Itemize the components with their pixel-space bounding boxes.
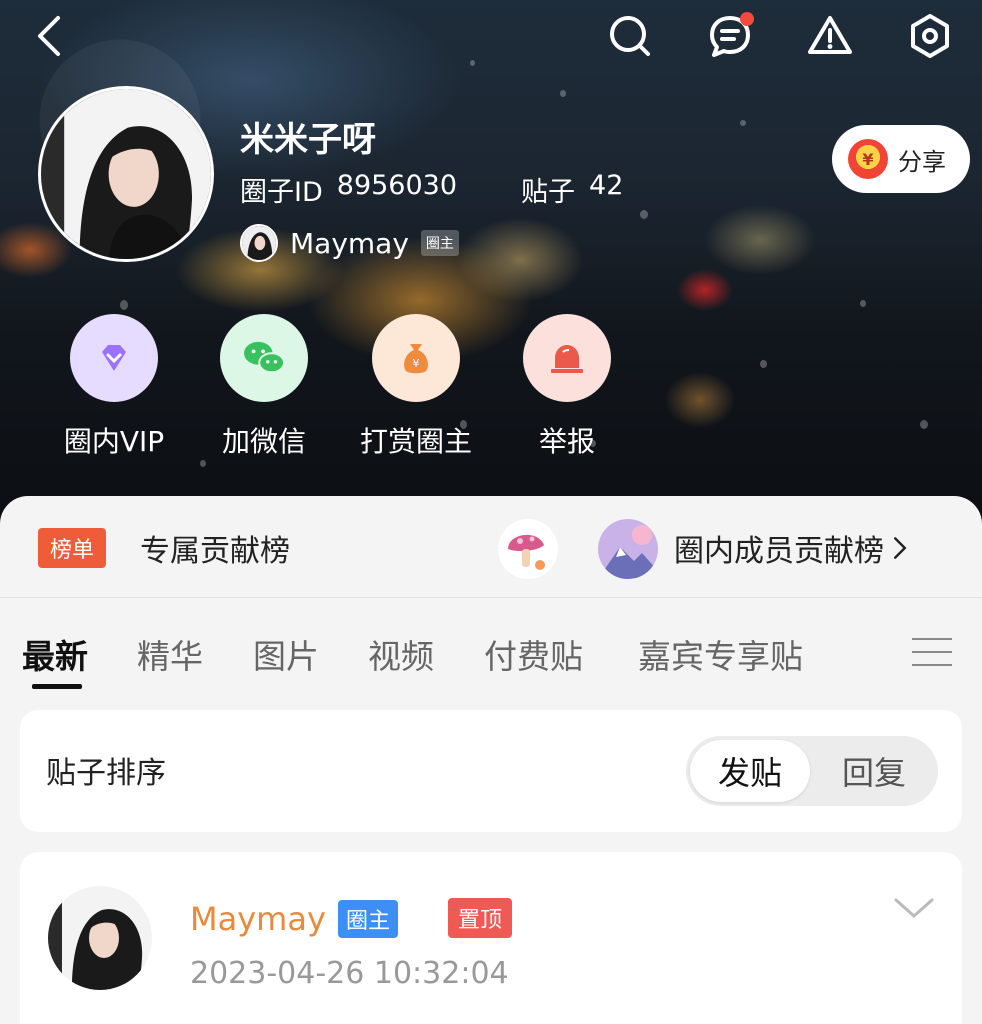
settings-button[interactable]	[904, 10, 956, 62]
warning-icon	[808, 16, 852, 54]
tip-owner-action[interactable]: ¥ 打赏圈主	[346, 314, 486, 460]
tab-guest-exclusive[interactable]: 嘉宾专享贴	[638, 630, 803, 678]
back-button[interactable]	[24, 10, 76, 62]
avatar-image	[48, 886, 152, 990]
share-button[interactable]: ¥ 分享	[832, 125, 970, 193]
wechat-label: 加微信	[221, 425, 306, 458]
sort-by-reply-button[interactable]: 回复	[814, 740, 934, 802]
sort-toggle: 发贴 回复	[686, 736, 938, 806]
content-sheet: 榜单 专属贡献榜 圈内成员贡献榜 最新 精华 图片 视频 付费贴 嘉宾专享贴 贴…	[0, 496, 982, 1024]
menu-icon[interactable]	[912, 638, 952, 677]
sort-by-post-button[interactable]: 发贴	[690, 740, 810, 802]
notification-dot	[740, 12, 754, 26]
report-action[interactable]: 举报	[497, 314, 637, 460]
author-name[interactable]: Maymay	[190, 900, 326, 938]
post-count-label: 贴子	[521, 177, 576, 208]
active-tab-indicator	[32, 684, 82, 689]
warning-button[interactable]	[804, 10, 856, 62]
tab-latest[interactable]: 最新	[22, 630, 88, 678]
circle-id-label: 圈子ID	[240, 177, 323, 208]
chevron-down-icon[interactable]	[892, 894, 936, 924]
search-button[interactable]	[604, 10, 656, 62]
ranking-tag: 榜单	[38, 528, 107, 568]
chevron-right-icon	[894, 537, 907, 559]
role-badge: 圈主	[338, 900, 399, 938]
owner-avatar	[240, 224, 278, 262]
search-icon	[610, 16, 650, 56]
circle-stats: 圈子ID 8956030 贴子 42	[240, 170, 623, 209]
report-label: 举报	[538, 425, 595, 458]
sort-card: 贴子排序 发贴 回复	[20, 710, 962, 832]
ranking-bar[interactable]: 榜单 专属贡献榜 圈内成员贡献榜	[0, 496, 982, 598]
coin-icon: ¥	[848, 139, 888, 179]
vip-action[interactable]: 圈内VIP	[44, 314, 184, 460]
mountain-icon	[598, 519, 658, 579]
circle-id-value: 8956030	[336, 170, 458, 201]
member-ranking-label: 圈内成员贡献榜	[674, 534, 884, 569]
tab-videos[interactable]: 视频	[368, 630, 434, 678]
wechat-action[interactable]: 加微信	[194, 314, 334, 460]
post-timestamp: 2023-04-26 10:32:04	[190, 956, 509, 991]
wechat-icon	[220, 314, 308, 402]
tab-images[interactable]: 图片	[253, 630, 319, 678]
circle-owner[interactable]: Maymay 圈主	[240, 224, 459, 262]
back-icon	[38, 16, 60, 56]
pinned-badge: 置顶	[448, 898, 513, 938]
alarm-icon	[523, 314, 611, 402]
share-label: 分享	[898, 147, 946, 176]
post-tabs: 最新 精华 图片 视频 付费贴 嘉宾专享贴	[0, 616, 982, 696]
money-bag-icon: ¥	[372, 314, 460, 402]
owner-name: Maymay	[290, 226, 409, 260]
vip-diamond-icon	[70, 314, 158, 402]
vip-label: 圈内VIP	[63, 425, 165, 458]
owner-tag: 圈主	[420, 230, 459, 256]
settings-icon	[911, 14, 949, 58]
circle-name: 米米子呀	[240, 120, 376, 160]
tab-featured[interactable]: 精华	[137, 630, 203, 678]
message-button[interactable]	[704, 10, 756, 62]
tip-owner-label: 打赏圈主	[359, 425, 472, 458]
profile-header: 米米子呀 圈子ID 8956030 贴子 42 Maymay 圈主 ¥ 分享 圈…	[0, 0, 982, 540]
circle-avatar[interactable]	[38, 86, 214, 262]
avatar-image	[41, 89, 211, 259]
mushroom-icon	[498, 519, 558, 579]
ranking-title: 专属贡献榜	[140, 534, 290, 569]
post-count-value: 42	[589, 170, 624, 201]
tab-paid[interactable]: 付费贴	[484, 630, 583, 678]
member-ranking-link[interactable]: 圈内成员贡献榜	[674, 526, 908, 570]
post-card[interactable]: Maymay 圈主 置顶 2023-04-26 10:32:04	[20, 852, 962, 1024]
sort-label: 贴子排序	[46, 756, 166, 791]
svg-text:¥: ¥	[413, 357, 420, 370]
author-avatar[interactable]	[48, 886, 152, 990]
